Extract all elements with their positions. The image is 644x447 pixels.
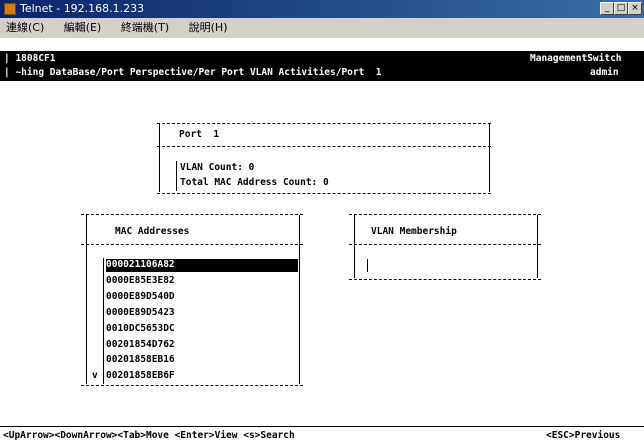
menu-connect[interactable]: 連線(C) xyxy=(6,21,44,34)
mac-list-item[interactable]: 0010DC5653DC xyxy=(106,323,175,335)
port-label: Port 1 xyxy=(179,129,220,140)
key-help: <UpArrow><DownArrow><Tab>Move <Enter>Vie… xyxy=(3,430,295,441)
title-bar: Telnet - 192.168.1.233 _ □ × xyxy=(0,0,644,18)
scroll-down-indicator[interactable]: v xyxy=(92,370,98,382)
user-name: admin xyxy=(590,67,619,78)
window-title: Telnet - 192.168.1.233 xyxy=(20,2,145,15)
mac-list-item[interactable]: 00201858EB6F xyxy=(106,370,175,382)
console-header: | 1808CF1 | ~hing DataBase/Port Perspect… xyxy=(0,51,644,81)
menu-bar: 連線(C) 編輯(E) 終端機(T) 說明(H) xyxy=(0,18,644,38)
mac-list-item[interactable]: 0000E89D540D xyxy=(106,291,175,303)
footer-divider xyxy=(0,426,644,427)
breadcrumb-path: | ~hing DataBase/Port Perspective/Per Po… xyxy=(4,67,382,78)
telnet-app-icon xyxy=(4,3,16,15)
switch-name: ManagementSwitch xyxy=(530,53,622,64)
mac-list-item[interactable]: 00201854D762 xyxy=(106,339,175,351)
menu-terminal[interactable]: 終端機(T) xyxy=(121,21,169,34)
menu-help[interactable]: 說明(H) xyxy=(189,21,228,34)
mac-addresses-title: MAC Addresses xyxy=(115,226,190,237)
close-button[interactable]: × xyxy=(628,2,642,15)
mac-list-item[interactable]: 00201858EB16 xyxy=(106,354,175,366)
mac-address-count: Total MAC Address Count: 0 xyxy=(180,177,329,188)
device-id: | 1808CF1 xyxy=(4,53,56,64)
mac-list-item-selected[interactable]: 000021106A82 xyxy=(106,259,298,272)
vlan-membership-title: VLAN Membership xyxy=(371,226,457,237)
vlan-count: VLAN Count: 0 xyxy=(180,162,255,173)
telnet-window: Telnet - 192.168.1.233 _ □ × 連線(C) 編輯(E)… xyxy=(0,0,644,447)
menu-edit[interactable]: 編輯(E) xyxy=(64,21,102,34)
minimize-button[interactable]: _ xyxy=(600,2,614,15)
mac-list-item[interactable]: 0000E89D5423 xyxy=(106,307,175,319)
vlan-cursor[interactable] xyxy=(367,259,368,272)
mac-list-item[interactable]: 0000E85E3E82 xyxy=(106,275,175,287)
terminal-console[interactable]: | 1808CF1 | ~hing DataBase/Port Perspect… xyxy=(0,38,644,447)
previous-hint: <ESC>Previous xyxy=(546,430,621,441)
maximize-button[interactable]: □ xyxy=(614,2,628,15)
